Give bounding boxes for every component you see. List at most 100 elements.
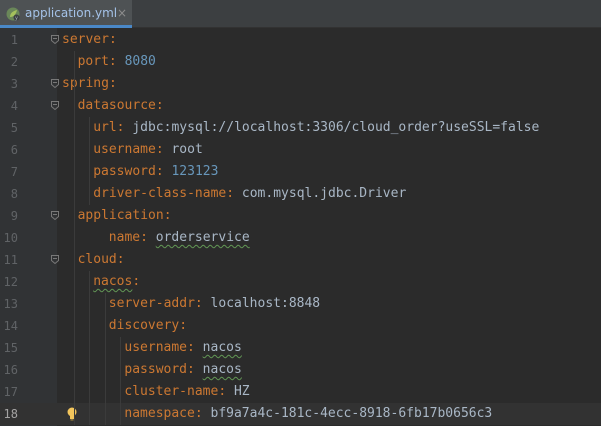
- colon: :: [163, 208, 172, 223]
- line-number: 15: [3, 341, 18, 355]
- fold-toggle-icon[interactable]: [51, 35, 59, 44]
- yaml-key: driver-class-name: [93, 186, 227, 201]
- code-text: discovery:: [109, 315, 187, 337]
- code-text: password: nacos: [124, 359, 241, 381]
- colon: :: [194, 296, 203, 311]
- code-text: server:: [62, 29, 117, 51]
- indent-guide: [120, 337, 122, 425]
- yaml-value: orderservice: [155, 230, 250, 245]
- fold-toggle-icon[interactable]: [51, 79, 59, 88]
- code-text: datasource:: [78, 95, 164, 117]
- yaml-value: 8080: [124, 54, 156, 69]
- colon: :: [179, 318, 188, 333]
- yaml-key: discovery: [108, 318, 180, 333]
- code-line[interactable]: 2 port: 8080: [0, 51, 601, 73]
- code-text: spring:: [62, 73, 117, 95]
- code-text: cluster-name: HZ: [124, 381, 249, 403]
- colon: :: [108, 32, 117, 47]
- indent-guide: [104, 293, 106, 425]
- line-number: 2: [10, 55, 18, 69]
- line-number: 1: [10, 33, 18, 47]
- code-line[interactable]: 1 server:: [0, 29, 601, 51]
- code-text: name: orderservice: [109, 227, 250, 249]
- tab-label: application.yml: [25, 6, 118, 20]
- colon: :: [194, 406, 203, 421]
- indent-guide: [89, 271, 91, 425]
- yaml-key: password: [124, 362, 188, 377]
- svg-text:y: y: [15, 16, 18, 22]
- line-number: 16: [3, 363, 18, 377]
- code-text: username: root: [93, 139, 203, 161]
- colon: :: [140, 230, 148, 245]
- line-number: 17: [3, 385, 18, 399]
- code-text: server-addr: localhost:8848: [109, 293, 320, 315]
- yaml-key: password: [93, 164, 156, 179]
- colon: :: [108, 76, 117, 91]
- yaml-key: name: [108, 230, 141, 245]
- yaml-value: HZ: [233, 384, 250, 399]
- indent-guide: [73, 51, 75, 425]
- line-number: 13: [3, 297, 18, 311]
- yaml-value: bf9a7a4c-181c-4ecc-8918-6fb17b0656c3: [210, 406, 493, 421]
- colon: :: [187, 362, 195, 377]
- close-icon[interactable]: ×: [117, 6, 127, 20]
- yaml-key: application: [77, 208, 164, 223]
- line-number: 6: [10, 143, 18, 157]
- code-line[interactable]: 4 datasource:: [0, 95, 601, 117]
- yaml-key: username: [93, 142, 156, 157]
- yaml-value: root: [171, 142, 203, 157]
- colon: :: [116, 252, 125, 267]
- line-number: 10: [3, 231, 18, 245]
- yaml-value: jdbc:mysql://localhost:3306/cloud_order?…: [132, 120, 540, 135]
- yaml-key: url: [93, 120, 117, 135]
- yaml-key: server: [62, 32, 109, 47]
- fold-toggle-icon[interactable]: [51, 101, 59, 110]
- code-line[interactable]: 9 application:: [0, 205, 601, 227]
- code-editor[interactable]: 1 server: 2 port: 8080 3 spring: 4 datasource: 5…: [0, 28, 601, 426]
- fold-toggle-icon[interactable]: [51, 211, 59, 220]
- colon: :: [132, 274, 141, 289]
- colon: :: [116, 120, 125, 135]
- code-line[interactable]: 11 cloud:: [0, 249, 601, 271]
- line-number: 14: [3, 319, 18, 333]
- colon: :: [155, 98, 164, 113]
- yaml-key: port: [77, 54, 109, 69]
- colon: :: [218, 384, 227, 399]
- code-text: driver-class-name: com.mysql.jdbc.Driver: [93, 183, 406, 205]
- yaml-key: server-addr: [108, 296, 195, 311]
- line-number: 11: [3, 253, 18, 267]
- yaml-key: username: [124, 340, 188, 355]
- indent-guide: [89, 117, 91, 205]
- line-number: 5: [10, 121, 18, 135]
- code-text: namespace: bf9a7a4c-181c-4ecc-8918-6fb17…: [124, 403, 492, 425]
- colon: :: [187, 340, 195, 355]
- code-text: password: 123123: [93, 161, 218, 183]
- yaml-value: nacos: [202, 340, 242, 355]
- yaml-key: spring: [62, 76, 109, 91]
- code-text: port: 8080: [78, 51, 156, 73]
- line-number: 12: [3, 275, 18, 289]
- colon: :: [155, 142, 164, 157]
- yaml-key: namespace: [124, 406, 195, 421]
- line-number: 9: [10, 209, 18, 223]
- yaml-key: cluster-name: [124, 384, 219, 399]
- code-line[interactable]: 10 name: orderservice: [0, 227, 601, 249]
- code-text: application:: [78, 205, 172, 227]
- tab-application-yml[interactable]: y application.yml ×: [0, 0, 132, 28]
- yaml-key: nacos: [93, 274, 133, 289]
- editor-tab-bar: y application.yml ×: [0, 0, 601, 28]
- yaml-value: nacos: [202, 362, 242, 377]
- yaml-value: 123123: [171, 164, 219, 179]
- line-number: 18: [3, 407, 18, 421]
- colon: :: [155, 164, 164, 179]
- lightbulb-icon[interactable]: [66, 407, 78, 421]
- code-text: url: jdbc:mysql://localhost:3306/cloud_o…: [93, 117, 539, 139]
- code-text: cloud:: [78, 249, 125, 271]
- line-number: 3: [10, 77, 18, 91]
- code-text: username: nacos: [124, 337, 241, 359]
- yaml-value: com.mysql.jdbc.Driver: [241, 186, 407, 201]
- yaml-value: localhost:8848: [210, 296, 321, 311]
- yaml-key: datasource: [77, 98, 156, 113]
- code-line[interactable]: 3 spring:: [0, 73, 601, 95]
- fold-toggle-icon[interactable]: [51, 255, 59, 264]
